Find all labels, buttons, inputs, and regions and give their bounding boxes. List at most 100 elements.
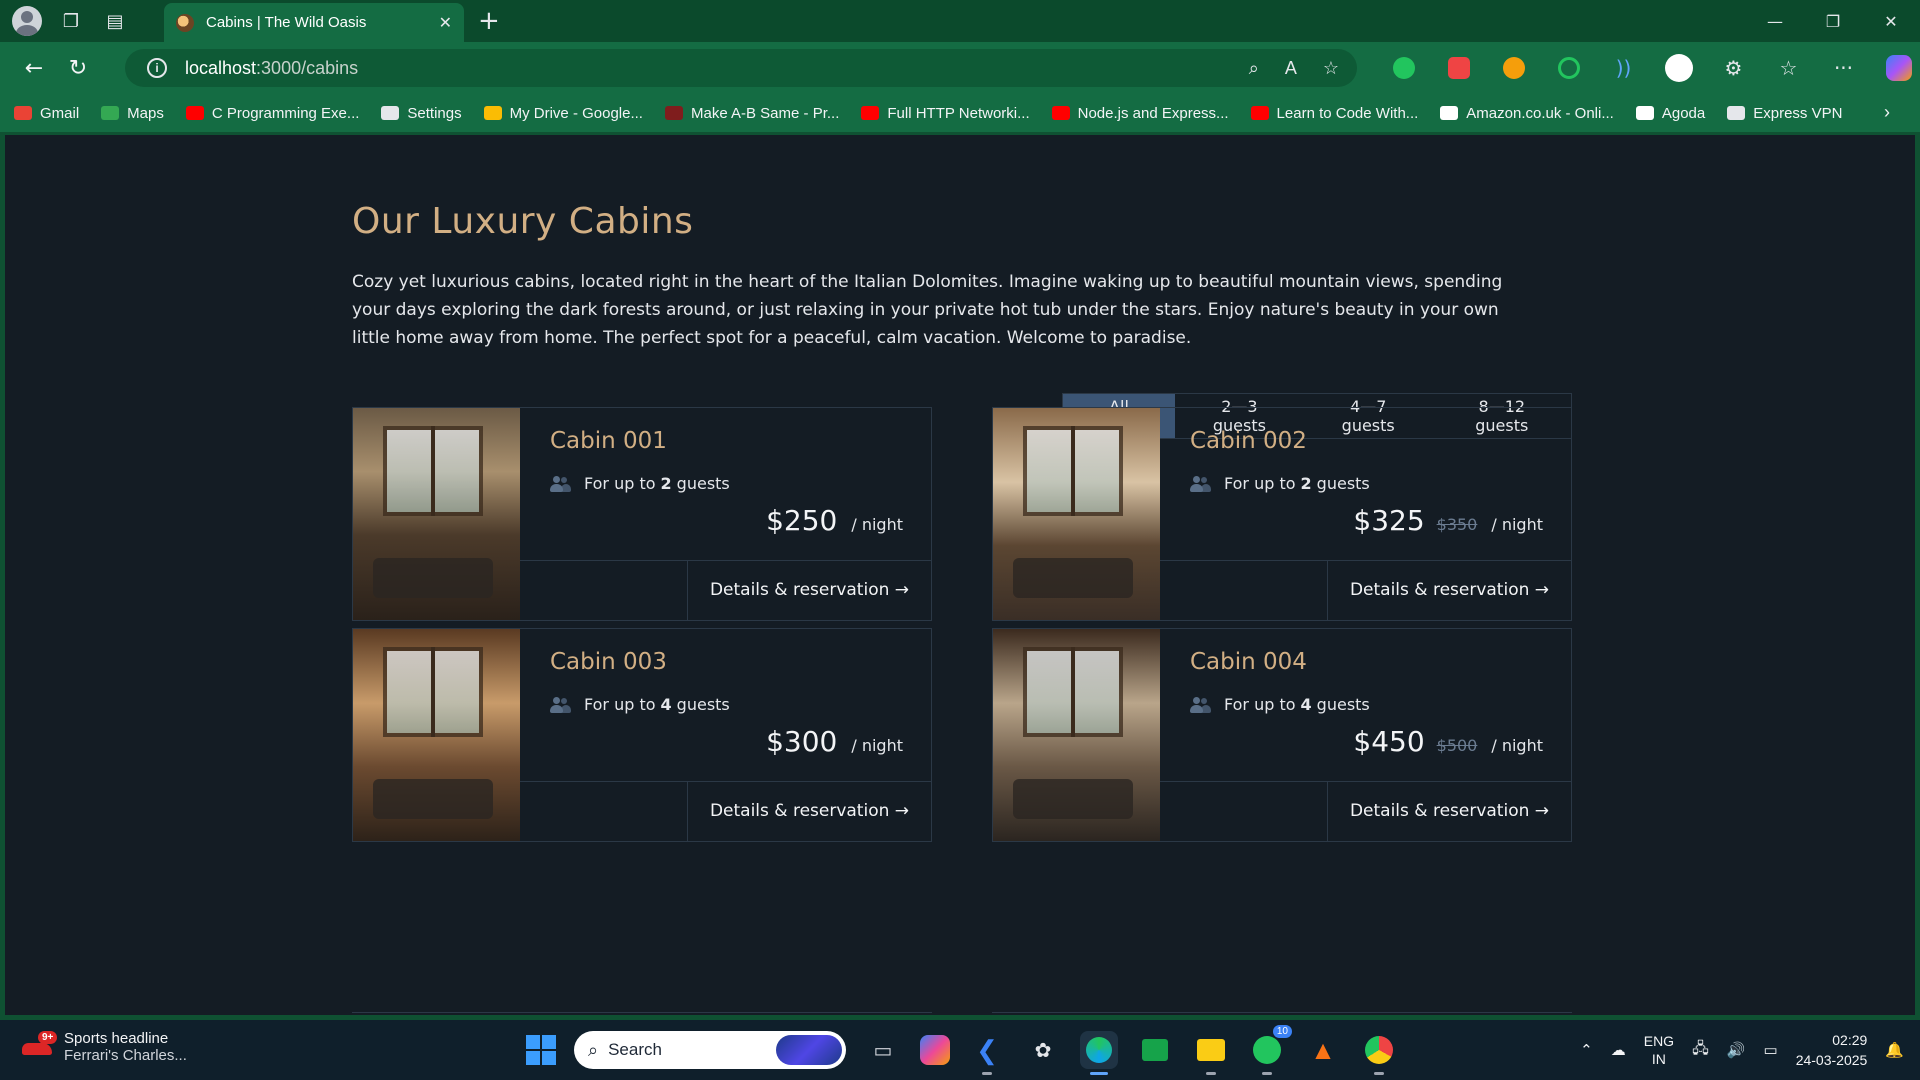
read-aloud-icon[interactable]: A xyxy=(1285,58,1297,79)
bookmarks-overflow-chevron-icon[interactable]: › xyxy=(1884,102,1890,123)
cabin-name: Cabin 004 xyxy=(1190,649,1307,675)
cabin-photo xyxy=(353,629,520,841)
cabin-price-row: $325 $350 / night xyxy=(1353,504,1543,537)
bookmark-label: Node.js and Express... xyxy=(1077,104,1229,122)
site-info-icon[interactable]: i xyxy=(147,58,167,78)
per-night-label: / night xyxy=(1491,736,1543,755)
bookmarks-bar: Gmail Maps C Programming Exe... Settings My … xyxy=(0,94,1920,132)
network-icon[interactable]: 🖧 xyxy=(1692,1038,1709,1063)
details-reservation-link[interactable]: Details & reservation → xyxy=(687,781,931,841)
bookmark-item[interactable]: C Programming Exe... xyxy=(185,105,359,122)
youtube-icon xyxy=(185,106,204,120)
address-bar[interactable]: i localhost:3000/cabins ⌕ A ☆ xyxy=(125,49,1357,87)
profile-button[interactable] xyxy=(10,4,44,38)
cabin-capacity: For up to 2 guests xyxy=(1190,474,1370,493)
bookmark-item[interactable]: Gmail xyxy=(14,105,79,122)
cabin-card: Cabin 001 For up to 2 guests $250 / night Deta… xyxy=(352,407,932,621)
bookmark-item[interactable]: Node.js and Express... xyxy=(1051,104,1229,122)
page-intro: Cozy yet luxurious cabins, located right… xyxy=(352,272,1503,348)
extension-wave-icon[interactable]: )) xyxy=(1596,56,1651,80)
extension-eyes-icon[interactable] xyxy=(1486,57,1541,79)
cabin-price: $300 xyxy=(766,725,838,758)
classroom-icon[interactable] xyxy=(1136,1031,1174,1069)
clock[interactable]: 02:29 24-03-2025 xyxy=(1796,1030,1868,1070)
start-button-windows-icon[interactable] xyxy=(526,1035,556,1065)
details-reservation-link[interactable]: Details & reservation → xyxy=(687,560,931,620)
profile-avatar-icon xyxy=(12,6,42,36)
bookmark-label: Full HTTP Networki... xyxy=(887,104,1030,122)
workspaces-icon[interactable]: ❐ xyxy=(54,4,88,38)
news-widget[interactable]: 9+ Sports headline Ferrari's Charles... xyxy=(22,1030,187,1064)
show-hidden-icons-chevron-icon[interactable]: ⌃ xyxy=(1580,1041,1593,1059)
extensions-puzzle-icon[interactable]: ⚙ xyxy=(1706,56,1761,80)
bookmark-label: Settings xyxy=(407,104,462,122)
minimize-window-button[interactable]: — xyxy=(1746,0,1804,42)
extension-red-icon[interactable] xyxy=(1431,57,1486,79)
onedrive-cloud-icon[interactable]: ☁ xyxy=(1611,1041,1626,1059)
search-icon: ⌕ xyxy=(588,1039,599,1060)
browser-tab-active[interactable]: Cabins | The Wild Oasis ✕ xyxy=(164,3,464,42)
cabin-name: Cabin 002 xyxy=(1190,428,1307,454)
bookmark-item[interactable]: Agoda xyxy=(1635,105,1705,122)
bookmark-item[interactable]: Express VPN xyxy=(1727,105,1842,122)
per-night-label: / night xyxy=(1491,515,1543,534)
back-button[interactable]: ← xyxy=(12,48,56,88)
more-menu-icon[interactable]: ··· xyxy=(1816,56,1871,80)
vscode-icon[interactable]: ❮ xyxy=(968,1031,1006,1075)
chatgpt-icon[interactable]: ✿ xyxy=(1024,1031,1062,1069)
favorites-icon[interactable]: ☆ xyxy=(1761,56,1816,80)
bookmark-label: Make A-B Same - Pr... xyxy=(690,104,840,122)
youtube-icon xyxy=(1051,106,1070,120)
extension-target-icon[interactable] xyxy=(1541,57,1596,79)
vertical-tabs-icon[interactable]: ▤ xyxy=(98,4,132,38)
copilot-icon[interactable] xyxy=(1871,55,1920,81)
capacity-prefix: For up to xyxy=(584,695,656,714)
bookmark-item[interactable]: My Drive - Google... xyxy=(483,104,643,122)
cabin-card: Cabin 003 For up to 4 guests $300 / night Deta… xyxy=(352,628,932,842)
details-reservation-link[interactable]: Details & reservation → xyxy=(1327,560,1571,620)
users-icon xyxy=(1190,475,1211,492)
close-window-button[interactable]: ✕ xyxy=(1862,0,1920,42)
language-indicator[interactable]: ENG IN xyxy=(1644,1032,1674,1068)
bookmark-item[interactable]: Settings xyxy=(381,104,462,122)
battery-icon[interactable]: ▭ xyxy=(1764,1041,1778,1059)
bookmark-item[interactable]: Full HTTP Networki... xyxy=(861,104,1030,122)
bookmark-label: Learn to Code With... xyxy=(1276,104,1419,122)
search-highlight-art xyxy=(776,1035,842,1065)
bookmark-item[interactable]: Amazon.co.uk - Onli... xyxy=(1440,105,1614,122)
clock-date: 24-03-2025 xyxy=(1795,1052,1868,1068)
bookmark-item[interactable]: Maps xyxy=(101,105,164,122)
capacity-suffix: guests xyxy=(676,474,730,493)
file-explorer-icon[interactable] xyxy=(1192,1031,1230,1075)
vlc-icon[interactable]: ▲ xyxy=(1304,1031,1342,1069)
close-tab-icon[interactable]: ✕ xyxy=(439,13,452,33)
bookmark-item[interactable]: Make A-B Same - Pr... xyxy=(664,104,840,122)
per-night-label: / night xyxy=(851,736,903,755)
edge-browser-icon[interactable] xyxy=(1080,1031,1118,1075)
zoom-icon[interactable]: ⌕ xyxy=(1249,58,1259,79)
details-reservation-link[interactable]: Details & reservation → xyxy=(1327,781,1571,841)
news-badge: 9+ xyxy=(38,1031,58,1044)
bookmark-label: Express VPN xyxy=(1753,104,1843,122)
bookmark-label: Gmail xyxy=(40,104,80,122)
volume-icon[interactable]: 🔊 xyxy=(1727,1041,1746,1059)
users-icon xyxy=(1190,696,1211,713)
taskbar-search[interactable]: ⌕ Search xyxy=(574,1031,846,1069)
reload-button[interactable]: ↻ xyxy=(56,48,100,88)
gmail-icon xyxy=(14,106,32,120)
new-tab-button[interactable]: + xyxy=(478,6,500,36)
whatsapp-icon[interactable]: 10 xyxy=(1248,1025,1292,1075)
bookmark-label: Maps xyxy=(127,104,164,122)
chrome-icon[interactable] xyxy=(1360,1031,1398,1075)
bookmark-label: My Drive - Google... xyxy=(509,104,643,122)
users-icon xyxy=(550,696,571,713)
notifications-bell-icon[interactable]: 🔔 xyxy=(1885,1041,1904,1059)
bookmark-item[interactable]: Learn to Code With... xyxy=(1250,104,1419,122)
task-view-icon[interactable]: ▭ xyxy=(864,1031,902,1069)
copilot-taskbar-icon[interactable] xyxy=(920,1035,950,1065)
extension-globe-icon[interactable] xyxy=(1651,54,1706,82)
tab-title: Cabins | The Wild Oasis xyxy=(206,14,367,31)
favorite-star-icon[interactable]: ☆ xyxy=(1323,58,1339,79)
extension-green-plus-icon[interactable] xyxy=(1376,57,1431,79)
restore-window-button[interactable]: ❐ xyxy=(1804,0,1862,42)
